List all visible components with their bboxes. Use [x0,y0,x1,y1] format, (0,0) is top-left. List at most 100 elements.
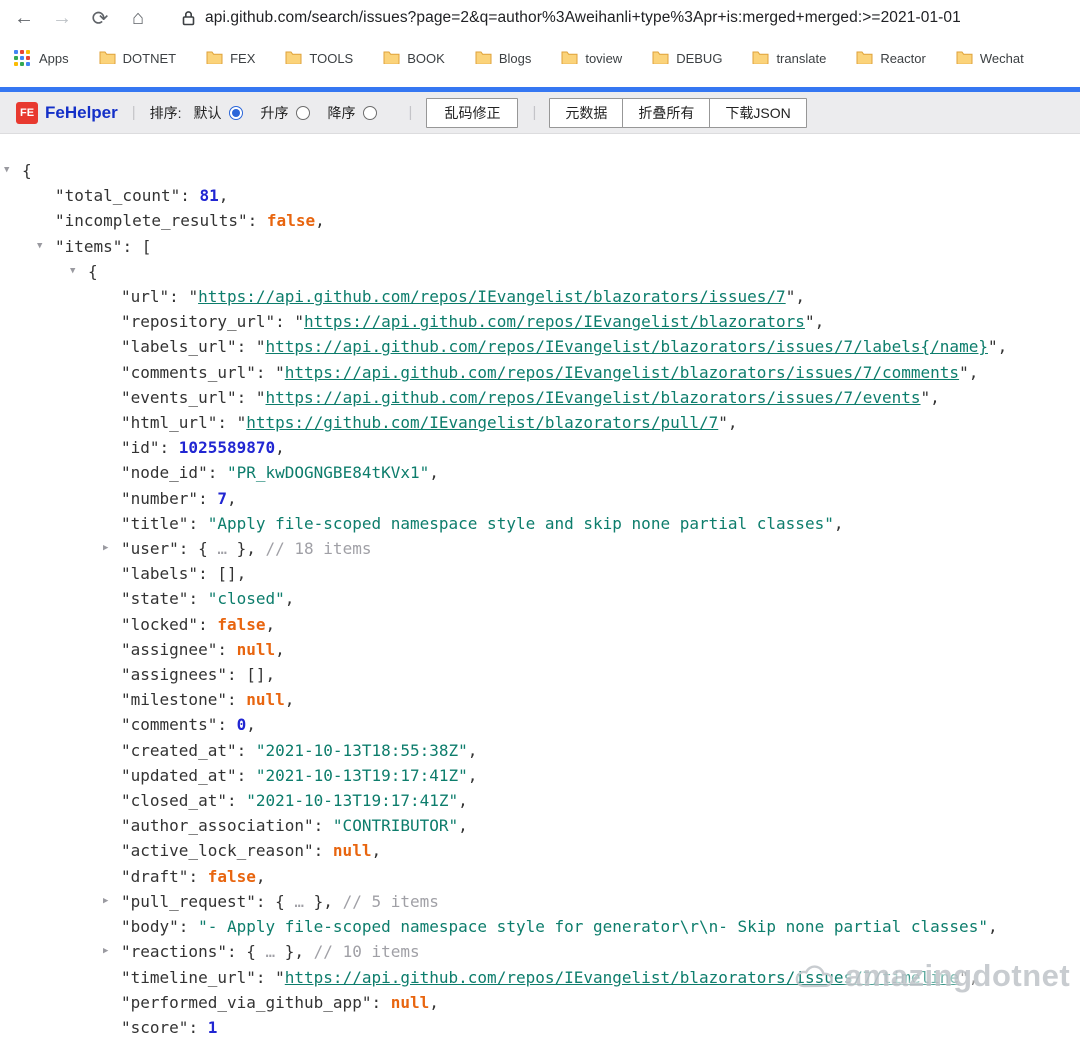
json-line: "draft": false, [0,864,1080,889]
json-key: "labels_url" [121,337,237,357]
back-button[interactable]: ← [8,3,40,33]
json-punct: , [429,992,439,1012]
bookmark-item[interactable]: TOOLS [285,50,353,67]
expand-icon[interactable]: ▶ [103,889,108,914]
json-punct: : [217,639,237,659]
json-punct: : { [178,539,218,559]
json-punct: , [275,438,285,458]
json-key: "title" [121,513,189,533]
bookmark-label: Apps [39,50,69,66]
forward-button[interactable]: → [46,3,78,33]
radio-icon[interactable] [228,105,243,120]
folder-icon [561,50,578,67]
folder-icon [99,50,116,67]
json-string: "CONTRIBUTOR" [332,816,459,836]
json-key: "closed_at" [121,791,227,811]
json-punct: : [313,841,333,861]
json-punct: : " [255,362,285,382]
json-line: "performed_via_github_app": null, [0,990,1080,1015]
json-key: "draft" [121,866,189,886]
bookmark-item[interactable]: FEX [206,50,255,67]
json-line: ▶ "pull_request": { … }, // 5 items [0,889,1080,914]
json-punct: , [458,816,468,836]
url-text[interactable]: api.github.com/search/issues?page=2&q=au… [205,9,961,27]
folder-icon [652,50,669,67]
json-link[interactable]: https://github.com/IEvangelist/blazorato… [246,413,718,432]
json-punct: : [226,690,247,710]
collapse-all-button[interactable]: 折叠所有 [622,97,711,128]
bookmark-label: toview [585,50,623,66]
json-punct: , [265,614,276,634]
json-punct: : [], [226,665,276,685]
json-string: "2021-10-13T19:17:41Z" [246,791,459,811]
json-punct: , [458,791,468,811]
expand-icon[interactable]: ▶ [103,939,108,964]
json-punct: : [247,211,267,231]
json-punct: , [255,866,266,886]
fix-encoding-button[interactable]: 乱码修正 [426,97,519,128]
json-link[interactable]: https://api.github.com/repos/IEvangelist… [285,968,959,987]
bookmark-item[interactable]: DOTNET [99,50,176,67]
radio-icon[interactable] [295,105,310,120]
download-json-button[interactable]: 下载JSON [709,97,807,128]
bookmark-label: Wechat [979,50,1024,66]
json-link[interactable]: https://api.github.com/repos/IEvangelist… [198,287,786,306]
json-comment: // 5 items [342,891,439,911]
json-key: "node_id" [121,463,208,483]
json-punct: : " [275,312,305,332]
json-line: "created_at": "2021-10-13T18:55:38Z", [0,738,1080,763]
json-key: "updated_at" [121,765,237,785]
json-punct: : [188,866,208,886]
bookmark-item[interactable]: Reactor [856,50,926,67]
json-key: "comments" [121,715,218,735]
json-link[interactable]: https://api.github.com/repos/IEvangelist… [285,363,959,382]
json-string: "2021-10-13T19:17:41Z" [255,765,468,785]
metadata-button[interactable]: 元数据 [549,97,624,128]
bookmark-item[interactable]: BOOK [383,50,445,67]
json-literal: null [236,639,276,659]
collapse-icon[interactable]: ▼ [70,259,75,284]
radio-icon[interactable] [362,105,377,120]
bookmark-item[interactable]: toview [561,50,622,67]
json-punct: : [226,791,247,811]
json-string: "closed" [207,589,285,609]
sort-option-0[interactable]: 默认 [194,103,243,123]
json-key: "id" [121,438,160,458]
json-punct: , [833,513,844,533]
expand-icon[interactable]: ▶ [103,536,108,561]
bookmark-item[interactable]: DEBUG [652,50,722,67]
json-punct: , [246,715,256,735]
sort-option-1[interactable]: 升序 [261,103,310,123]
json-key: "incomplete_results" [55,211,248,231]
json-punct: , [275,639,285,659]
address-bar[interactable]: api.github.com/search/issues?page=2&q=au… [182,3,1072,33]
json-punct: }, [226,539,266,559]
json-link[interactable]: https://api.github.com/repos/IEvangelist… [266,337,988,356]
bookmark-item[interactable]: translate [752,50,826,67]
json-punct: : { [226,942,266,962]
sort-option-2[interactable]: 降序 [328,103,377,123]
collapse-icon[interactable]: ▼ [4,158,9,183]
bookmark-apps[interactable]: Apps [14,50,69,66]
browser-window: ← → ⟳ ⌂ api.github.com/search/issues?pag… [0,0,1080,1038]
json-punct: : [236,740,256,760]
folder-icon [856,50,873,67]
json-key: "url" [121,287,170,307]
json-line: "labels": [], [0,561,1080,586]
json-punct: : [188,1017,208,1037]
json-number: 7 [217,488,227,508]
json-punct: : [371,992,391,1012]
json-string: "Apply file-scoped namespace style and s… [207,513,834,533]
json-key: "locked" [121,614,199,634]
json-link[interactable]: https://api.github.com/repos/IEvangelist… [304,312,805,331]
json-link[interactable]: https://api.github.com/repos/IEvangelist… [266,388,921,407]
refresh-button[interactable]: ⟳ [84,3,116,33]
collapse-icon[interactable]: ▼ [37,234,42,259]
bookmark-item[interactable]: Blogs [475,50,531,67]
json-punct: : [188,589,208,609]
bookmark-item[interactable]: Wechat [956,50,1024,67]
json-key: "html_url" [121,413,218,433]
json-string: "- Apply file-scoped namespace style for… [198,917,988,937]
json-literal: null [390,992,430,1012]
home-button[interactable]: ⌂ [122,3,154,33]
